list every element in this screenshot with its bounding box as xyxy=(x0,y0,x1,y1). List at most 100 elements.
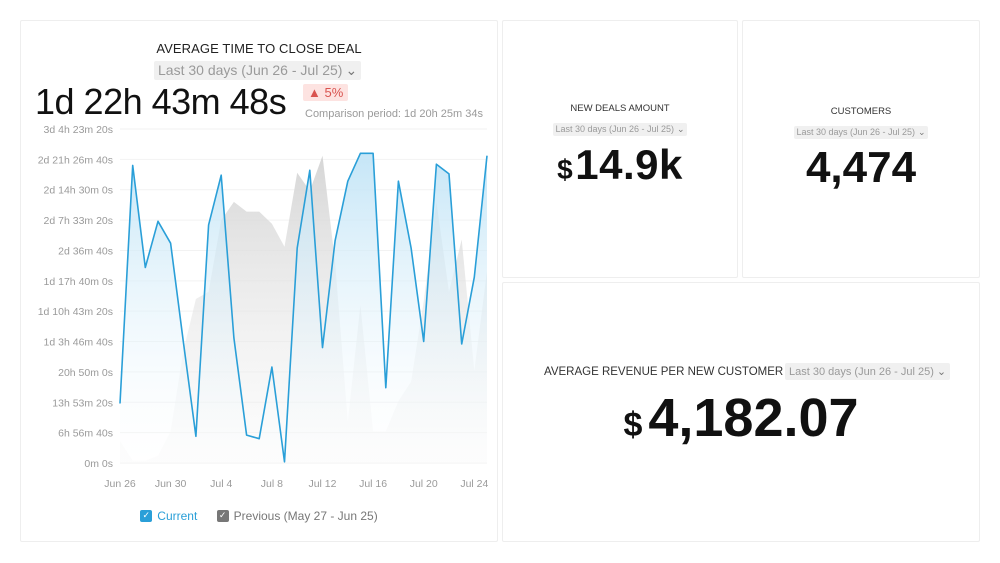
deals-date-dropdown[interactable]: Last 30 days (Jun 26 - Jul 25) ⌄ xyxy=(553,123,687,136)
y-tick-label: 2d 14h 30m 0s xyxy=(44,185,113,197)
customers-card-title: CUSTOMERS xyxy=(830,106,892,117)
x-axis: Jun 26 Jun 30 Jul 4 Jul 8 Jul 12 Jul 16 Jul 20… xyxy=(104,478,488,490)
x-tick-label: Jul 16 xyxy=(359,478,387,490)
time-chart: 0m 0s 6h 56m 40s 13h 53m 20s 20h 50m 0s 1d 3… xyxy=(38,124,490,490)
previous-data-point xyxy=(168,429,173,434)
y-tick-label: 3d 4h 23m 20s xyxy=(44,124,113,136)
previous-data-point xyxy=(383,429,388,434)
customers-value: 4,474 xyxy=(805,143,917,192)
current-data-point xyxy=(231,335,236,340)
previous-data-point xyxy=(219,218,224,223)
previous-data-point xyxy=(282,244,287,249)
date-range-label: Last 30 days (Jun 26 - Jul 25) xyxy=(789,366,934,378)
previous-data-point xyxy=(320,153,325,158)
current-data-point xyxy=(269,365,274,370)
x-tick-label: Jun 26 xyxy=(104,478,136,490)
x-tick-label: Jul 4 xyxy=(210,478,232,490)
current-data-point xyxy=(383,385,388,390)
previous-data-point xyxy=(371,429,376,434)
current-data-point xyxy=(181,339,186,344)
current-data-point xyxy=(282,459,287,464)
y-tick-label: 2d 36m 40s xyxy=(58,245,113,257)
current-data-point xyxy=(345,179,350,184)
current-data-point xyxy=(409,246,414,251)
checkbox-checked-icon: ✓ xyxy=(140,509,153,522)
deals-card-title: NEW DEALS AMOUNT xyxy=(570,103,670,114)
previous-data-point xyxy=(181,349,186,354)
previous-data-point xyxy=(421,299,426,304)
previous-data-point xyxy=(333,260,338,265)
current-data-point xyxy=(118,401,123,406)
arpu-value: $4,182.07 xyxy=(503,387,979,449)
previous-data-point xyxy=(130,458,135,463)
current-data-point xyxy=(447,171,452,176)
date-range-label: Last 30 days (Jun 26 - Jul 25) xyxy=(555,124,675,134)
current-data-point xyxy=(295,246,300,251)
current-data-point xyxy=(168,241,173,246)
current-data-point xyxy=(219,173,224,178)
y-tick-label: 1d 10h 43m 20s xyxy=(38,306,113,318)
chevron-down-icon: ⌄ xyxy=(936,366,947,378)
chevron-down-icon: ⌄ xyxy=(918,127,926,137)
y-tick-label: 1d 3h 46m 40s xyxy=(44,337,113,349)
y-axis: 0m 0s 6h 56m 40s 13h 53m 20s 20h 50m 0s 1d 3… xyxy=(38,124,113,470)
legend-current-toggle[interactable]: ✓ Current xyxy=(140,509,197,523)
current-data-point xyxy=(333,238,338,243)
previous-data-point xyxy=(472,368,477,373)
chevron-down-icon: ⌄ xyxy=(677,124,685,134)
deals-value: $14.9k xyxy=(503,141,737,189)
legend-previous-label: Previous (May 27 - Jun 25) xyxy=(233,508,378,523)
previous-data-point xyxy=(358,303,363,308)
previous-data-point xyxy=(118,439,123,444)
deals-amount: 14.9k xyxy=(575,141,683,188)
previous-data-point xyxy=(396,399,401,404)
previous-data-point xyxy=(143,458,148,463)
x-tick-label: Jun 30 xyxy=(155,478,187,490)
y-tick-label: 20h 50m 0s xyxy=(58,367,113,379)
current-data-point xyxy=(358,151,363,156)
current-data-point xyxy=(307,168,312,173)
y-tick-label: 2d 7h 33m 20s xyxy=(44,215,113,227)
legend-previous-toggle[interactable]: ✓ Previous (May 27 - Jun 25) xyxy=(216,508,378,523)
arpu-amount: 4,182.07 xyxy=(648,388,859,448)
date-range-label: Last 30 days (Jun 26 - Jul 25) xyxy=(796,127,916,137)
previous-data-point xyxy=(345,419,350,424)
checkbox-checked-icon: ✓ xyxy=(216,509,229,522)
y-tick-label: 1d 17h 40m 0s xyxy=(44,276,113,288)
currency-symbol: $ xyxy=(557,154,574,185)
currency-symbol: $ xyxy=(623,406,643,444)
previous-data-point xyxy=(269,221,274,226)
previous-data-point xyxy=(447,289,452,294)
previous-data-point xyxy=(155,453,160,458)
current-data-point xyxy=(244,433,249,438)
previous-data-point xyxy=(257,209,262,214)
current-data-point xyxy=(459,341,464,346)
current-data-point xyxy=(320,345,325,350)
current-data-point xyxy=(143,265,148,270)
previous-data-point xyxy=(244,209,249,214)
customers-card: CUSTOMERS Last 30 days (Jun 26 - Jul 25)… xyxy=(742,20,980,278)
current-data-point xyxy=(371,151,376,156)
x-tick-label: Jul 12 xyxy=(308,478,336,490)
customers-date-dropdown[interactable]: Last 30 days (Jun 26 - Jul 25) ⌄ xyxy=(794,126,928,139)
previous-data-point xyxy=(307,188,312,193)
current-data-point xyxy=(485,153,490,158)
new-deals-card: NEW DEALS AMOUNT Last 30 days (Jun 26 - … xyxy=(502,20,738,278)
current-data-point xyxy=(472,275,477,280)
time-to-close-card: AVERAGE TIME TO CLOSE DEAL Last 30 days … xyxy=(20,20,498,542)
previous-data-point xyxy=(485,269,490,274)
current-data-point xyxy=(421,339,426,344)
previous-data-point xyxy=(295,170,300,175)
arpu-card: AVERAGE REVENUE PER NEW CUSTOMER Last 30… xyxy=(502,282,980,542)
arpu-card-title: AVERAGE REVENUE PER NEW CUSTOMER xyxy=(544,366,784,378)
arpu-date-dropdown[interactable]: Last 30 days (Jun 26 - Jul 25) ⌄ xyxy=(785,363,951,380)
previous-data-point xyxy=(409,379,414,384)
y-tick-label: 0m 0s xyxy=(84,458,113,470)
y-tick-label: 2d 21h 26m 40s xyxy=(38,154,113,166)
chart-legend: ✓ Current ✓ Previous (May 27 - Jun 25) xyxy=(21,507,497,523)
current-data-point xyxy=(155,219,160,224)
y-tick-label: 6h 56m 40s xyxy=(58,428,113,440)
current-data-point xyxy=(130,163,135,168)
current-data-point xyxy=(193,434,198,439)
x-tick-label: Jul 24 xyxy=(460,478,488,490)
